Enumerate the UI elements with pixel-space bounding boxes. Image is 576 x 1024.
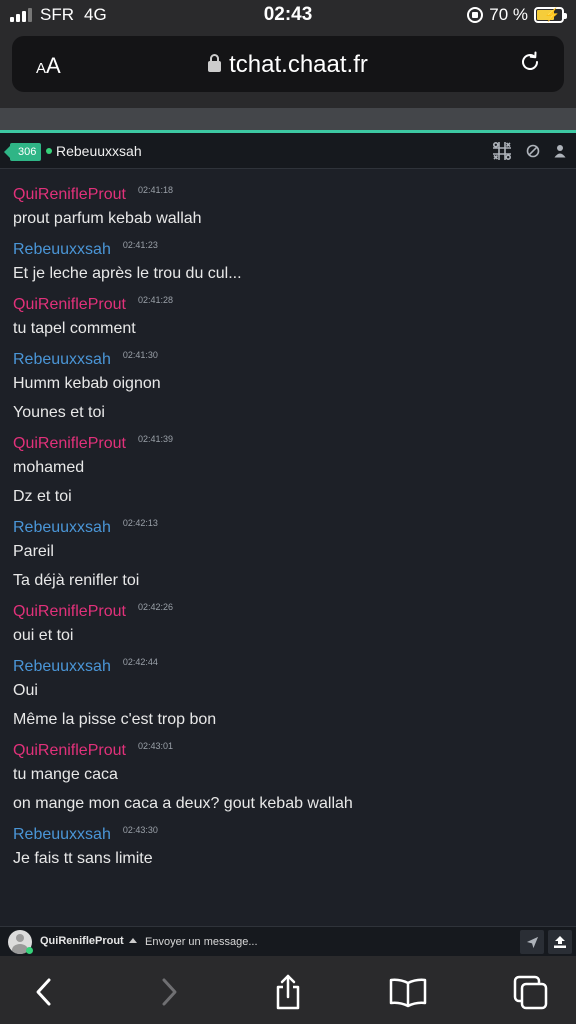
block-icon[interactable] [526,144,540,158]
message-timestamp: 02:42:44 [122,657,158,667]
message-author[interactable]: Rebeuuxxsah [13,351,111,369]
page-gap [0,108,576,132]
message-text: Même la pisse c'est trop bon [13,711,217,728]
message-text: oui et toi [13,627,74,644]
message-timestamp: 02:41:18 [137,185,173,195]
message-author[interactable]: Rebeuuxxsah [13,519,111,537]
bookmarks-icon [389,978,427,1008]
tabs-button[interactable] [510,972,550,1012]
message-timestamp: 02:42:13 [122,518,158,528]
chat-window: 306 Rebeuuxxsah QuiRenifleProut 02:41:18 p… [0,130,576,956]
message-text: Et je leche après le trou du cul... [13,265,242,282]
online-status-dot [46,148,52,154]
partner-name[interactable]: Rebeuuxxsah [56,143,142,159]
user-count-badge[interactable]: 306 [3,143,42,161]
bookmarks-button[interactable] [388,972,428,1012]
message-header: QuiRenifleProut 02:42:26 [13,595,563,621]
share-button[interactable] [268,972,308,1012]
message-block: QuiRenifleProut 02:42:26 oui et toi [0,595,576,650]
message-header: Rebeuuxxsah 02:42:44 [13,650,563,676]
message-input[interactable] [145,933,505,951]
message-block: QuiRenifleProut 02:41:39 mohamed Dz et toi [0,427,576,511]
message-header: QuiRenifleProut 02:41:28 [13,288,563,314]
send-button[interactable] [520,930,544,954]
forward-button[interactable] [149,972,189,1012]
message-header: Rebeuuxxsah 02:43:30 [13,818,563,844]
rotation-lock-icon [467,7,484,23]
padlock-icon [208,54,222,72]
message-text: Oui [13,682,38,699]
message-text: Je fais tt sans limite [13,850,153,867]
message-text: mohamed [13,459,85,476]
message-header: Rebeuuxxsah 02:42:13 [13,511,563,537]
message-text: Dz et toi [13,488,72,505]
message-text: Younes et toi [13,404,105,421]
message-block: Rebeuuxxsah 02:41:23 Et je leche après le … [0,233,576,288]
message-block: QuiRenifleProut 02:41:18 prout parfum keba… [0,178,576,233]
back-button[interactable] [24,972,64,1012]
message-author[interactable]: QuiRenifleProut [13,435,126,453]
message-text: on mange mon caca a deux? gout kebab wal… [13,795,353,812]
message-author[interactable]: QuiRenifleProut [13,186,126,204]
message-timestamp: 02:43:30 [122,825,158,835]
message-author[interactable]: Rebeuuxxsah [13,826,111,844]
caret-up-icon[interactable] [129,938,137,943]
message-block: QuiRenifleProut 02:43:01 tu mange caca on m… [0,734,576,818]
composer-bar: QuiRenifleProut [0,926,576,956]
message-text: tu tapel comment [13,320,136,337]
message-header: QuiRenifleProut 02:41:39 [13,427,563,453]
share-icon [276,974,300,1010]
battery-percentage: 70 % [489,5,528,24]
message-author[interactable]: QuiRenifleProut [13,742,126,760]
message-text: prout parfum kebab wallah [13,210,202,227]
message-timestamp: 02:41:28 [137,295,173,305]
upload-icon [554,936,566,948]
message-block: Rebeuuxxsah 02:42:13 Pareil Ta déjà renifle… [0,511,576,595]
send-icon [526,936,538,948]
current-username[interactable]: QuiRenifleProut [40,935,124,947]
message-author[interactable]: Rebeuuxxsah [13,241,111,259]
url-field[interactable]: tchat.chaat.fr [12,51,564,79]
message-timestamp: 02:43:01 [137,741,173,751]
message-author[interactable]: QuiRenifleProut [13,603,126,621]
forward-icon [162,978,177,1006]
message-text: tu mange caca [13,766,118,783]
message-timestamp: 02:41:30 [122,350,158,360]
browser-toolbar [0,956,576,1024]
message-timestamp: 02:41:23 [122,240,158,250]
message-text: Ta déjà renifler toi [13,572,140,589]
battery-charging-icon: ⚡ [534,7,567,23]
tictactoe-icon[interactable] [492,141,512,161]
online-status-dot [26,947,33,954]
message-timestamp: 02:41:39 [137,434,173,444]
message-header: QuiRenifleProut 02:43:01 [13,734,563,760]
message-text: Pareil [13,543,54,560]
browser-address-area: AA tchat.chaat.fr [0,32,576,108]
message-header: Rebeuuxxsah 02:41:30 [13,343,563,369]
message-block: Rebeuuxxsah 02:43:30 Je fais tt sans limit… [0,818,576,873]
reload-icon[interactable] [518,50,542,74]
back-icon [36,978,51,1006]
address-bar[interactable]: AA tchat.chaat.fr [12,36,564,92]
message-header: QuiRenifleProut 02:41:18 [13,178,563,204]
message-timestamp: 02:42:26 [137,602,173,612]
message-author[interactable]: QuiRenifleProut [13,296,126,314]
tabs-icon [513,975,548,1010]
message-text: Humm kebab oignon [13,375,161,392]
message-block: Rebeuuxxsah 02:41:30 Humm kebab oignon Youn… [0,343,576,427]
profile-icon[interactable] [554,144,566,158]
url-text: tchat.chaat.fr [229,51,368,78]
message-block: QuiRenifleProut 02:41:28 tu tapel comment [0,288,576,343]
message-header: Rebeuuxxsah 02:41:23 [13,233,563,259]
upload-button[interactable] [548,930,572,954]
message-block: Rebeuuxxsah 02:42:44 Oui Même la pisse c'es… [0,650,576,734]
chat-header: 306 Rebeuuxxsah [0,133,576,169]
message-list: QuiRenifleProut 02:41:18 prout parfum keba… [0,178,576,873]
message-author[interactable]: Rebeuuxxsah [13,658,111,676]
status-bar: SFR 4G 02:43 70 % ⚡ [0,0,576,32]
